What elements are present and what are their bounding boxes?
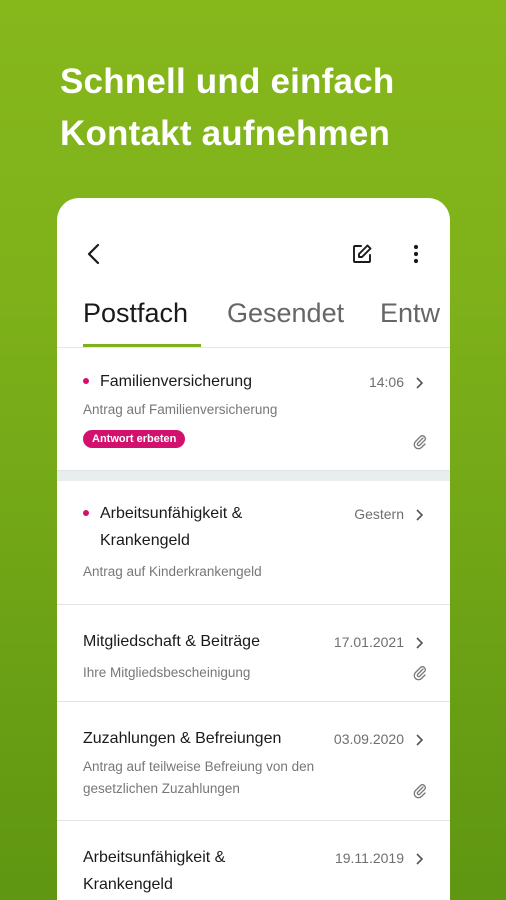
message-subtitle: Antrag auf Familienversicherung <box>83 402 278 417</box>
unread-dot <box>83 378 89 384</box>
message-title: Zuzahlungen & Befreiungen <box>83 730 282 747</box>
message-subtitle-line-2: gesetzlichen Zuzahlungen <box>83 781 240 796</box>
message-row[interactable]: Mitgliedschaft & Beiträge 17.01.2021 Ihr… <box>57 605 450 702</box>
chevron-right-icon <box>416 734 424 746</box>
headline-line-1: Schnell und einfach <box>60 62 395 101</box>
message-subtitle-line-1: Antrag auf teilweise Befreiung von den <box>83 759 315 774</box>
message-date: 03.09.2020 <box>333 731 404 747</box>
paperclip-icon <box>413 784 426 799</box>
message-row[interactable]: Familienversicherung 14:06 Antrag auf Fa… <box>57 349 450 471</box>
active-tab-indicator <box>83 344 201 347</box>
paperclip-icon <box>413 666 426 681</box>
tab-gesendet[interactable]: Gesendet <box>227 298 344 329</box>
unread-dot <box>83 510 89 516</box>
chevron-right-icon <box>416 853 424 865</box>
message-title-line-1: Arbeitsunfähigkeit & <box>100 505 243 522</box>
status-badge: Antwort erbeten <box>83 430 186 448</box>
message-list: Familienversicherung 14:06 Antrag auf Fa… <box>57 349 450 900</box>
headline-line-2: Kontakt aufnehmen <box>60 114 391 153</box>
message-title-line-2: Krankengeld <box>100 532 190 549</box>
message-title-line-1: Arbeitsunfähigkeit & <box>83 849 226 866</box>
compose-icon <box>353 244 372 263</box>
chevron-right-icon <box>416 509 424 521</box>
message-row[interactable]: Zuzahlungen & Befreiungen 03.09.2020 Ant… <box>57 702 450 821</box>
headline: Schnell und einfach Kontakt aufnehmen <box>60 56 394 160</box>
message-title-line-2: Krankengeld <box>83 876 173 893</box>
section-divider <box>57 471 450 481</box>
phone-screen: Postfach Gesendet Entw Familienversicher… <box>57 198 450 900</box>
message-row[interactable]: Arbeitsunfähigkeit & Krankengeld Gestern… <box>57 481 450 605</box>
paperclip-icon <box>413 435 426 450</box>
message-date: 17.01.2021 <box>333 634 404 650</box>
tab-postfach[interactable]: Postfach <box>83 298 188 329</box>
more-vertical-icon <box>413 244 419 264</box>
message-row[interactable]: Arbeitsunfähigkeit & Krankengeld 19.11.2… <box>57 821 450 900</box>
tab-entwuerfe[interactable]: Entw <box>380 298 440 329</box>
more-options-button[interactable] <box>402 240 430 268</box>
message-title: Mitgliedschaft & Beiträge <box>83 633 260 650</box>
message-subtitle: Ihre Mitgliedsbescheinigung <box>83 665 251 680</box>
compose-button[interactable] <box>348 240 376 268</box>
message-subtitle: Antrag auf Kinderkrankengeld <box>83 564 262 579</box>
message-title: Familienversicherung <box>100 373 253 390</box>
message-date: 14:06 <box>368 374 404 390</box>
message-date: Gestern <box>354 506 404 522</box>
arrow-left-icon <box>87 243 100 265</box>
back-button[interactable] <box>79 240 107 268</box>
chevron-right-icon <box>416 377 424 389</box>
chevron-right-icon <box>416 637 424 649</box>
message-date: 19.11.2019 <box>334 850 404 866</box>
tab-bar: Postfach Gesendet Entw <box>57 294 450 348</box>
app-bar <box>57 198 450 288</box>
